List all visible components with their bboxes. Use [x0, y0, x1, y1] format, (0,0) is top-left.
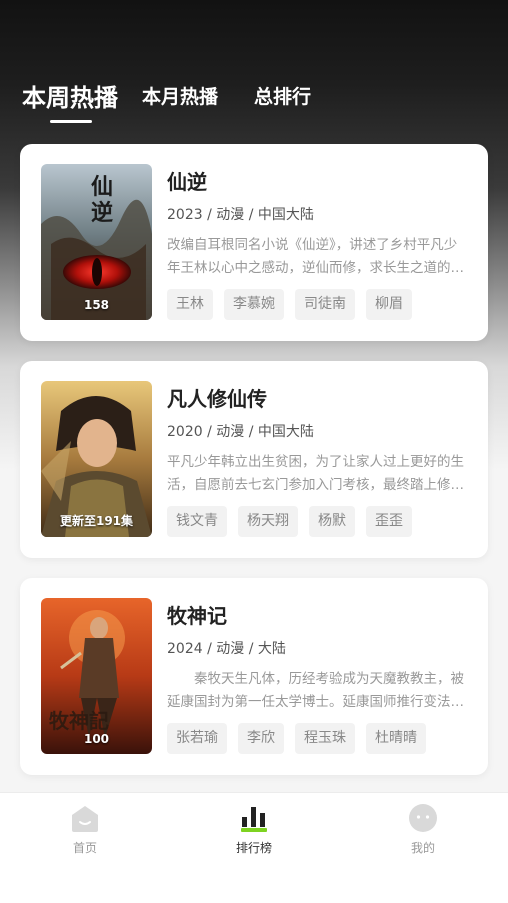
cast-tag[interactable]: 司徒南 — [295, 289, 355, 320]
item-title[interactable]: 仙逆 — [167, 166, 207, 195]
cast-tag[interactable]: 杜晴晴 — [366, 723, 426, 754]
cast-tag[interactable]: 杨天翔 — [238, 506, 298, 537]
cast-tags: 钱文青 杨天翔 杨默 歪歪 — [167, 506, 412, 537]
home-icon — [72, 806, 98, 832]
poster-image[interactable]: 更新至191集 — [41, 381, 152, 537]
poster-image[interactable]: 牧神記 100 — [41, 598, 152, 754]
nav-me[interactable]: 我的 — [383, 803, 463, 856]
cast-tag[interactable]: 歪歪 — [366, 506, 412, 537]
svg-text:牧神記: 牧神記 — [49, 709, 109, 733]
cast-tag[interactable]: 柳眉 — [366, 289, 412, 320]
list-item[interactable]: 仙 逆 158 仙逆 2023 / 动漫 / 中国大陆 改编自耳根同名小说《仙逆… — [20, 144, 488, 341]
item-description: 改编自耳根同名小说《仙逆》，讲述了乡村平凡少年王林以心中之感动，逆仙而修，求长生… — [167, 237, 464, 276]
cast-tag[interactable]: 李欣 — [238, 723, 284, 754]
poster-image[interactable]: 仙 逆 158 — [41, 164, 152, 320]
nav-home[interactable]: 首页 — [45, 803, 125, 856]
list-item[interactable]: 牧神記 100 牧神记 2024 / 动漫 / 大陆 秦牧天生凡体，历经考验成为… — [20, 578, 488, 775]
profile-icon — [409, 804, 437, 832]
cast-tag[interactable]: 钱文青 — [167, 506, 227, 537]
svg-text:仙: 仙 — [91, 174, 113, 200]
svg-text:逆: 逆 — [91, 200, 113, 226]
nav-rank-label: 排行榜 — [235, 841, 272, 855]
bottom-navigation: 首页 排行榜 我的 — [0, 792, 508, 903]
item-description: 秦牧天生凡体，历经考验成为天魔教教主，被延康国封为第一任太学博士。延康国师推行变… — [167, 671, 464, 710]
item-title[interactable]: 牧神记 — [167, 600, 227, 629]
cast-tags: 王林 李慕婉 司徒南 柳眉 — [167, 289, 412, 320]
item-meta: 2024 / 动漫 / 大陆 — [167, 641, 286, 657]
item-title[interactable]: 凡人修仙传 — [167, 383, 267, 412]
item-meta: 2020 / 动漫 / 中国大陆 — [167, 424, 314, 440]
cast-tag[interactable]: 李慕婉 — [224, 289, 284, 320]
rank-tabs: 本周热播 本月热播 总排行 — [0, 70, 508, 130]
tab-overall[interactable]: 总排行 — [254, 82, 311, 109]
episode-badge: 158 — [83, 298, 110, 312]
ranking-icon — [241, 807, 267, 832]
cast-tag[interactable]: 杨默 — [309, 506, 355, 537]
cast-tag[interactable]: 王林 — [167, 289, 213, 320]
poster-art-mushenji: 牧神記 — [41, 598, 152, 754]
episode-badge: 100 — [83, 732, 110, 746]
cast-tag[interactable]: 程玉珠 — [295, 723, 355, 754]
tab-active-indicator — [50, 120, 92, 123]
episode-badge: 更新至191集 — [59, 514, 134, 528]
cast-tag[interactable]: 张若瑜 — [167, 723, 227, 754]
nav-home-label: 首页 — [72, 841, 97, 855]
tab-monthly[interactable]: 本月热播 — [142, 82, 218, 109]
nav-rank[interactable]: 排行榜 — [214, 803, 294, 856]
list-item[interactable]: 更新至191集 凡人修仙传 2020 / 动漫 / 中国大陆 平凡少年韩立出生贫… — [20, 361, 488, 558]
nav-me-label: 我的 — [410, 841, 435, 855]
item-description: 平凡少年韩立出生贫困，为了让家人过上更好的生活，自愿前去七玄门参加入门考核，最终… — [167, 454, 464, 493]
cast-tags: 张若瑜 李欣 程玉珠 杜晴晴 — [167, 723, 426, 754]
tab-weekly[interactable]: 本周热播 — [22, 78, 118, 113]
poster-art-xianni: 仙 逆 — [41, 164, 152, 320]
item-meta: 2023 / 动漫 / 中国大陆 — [167, 207, 314, 223]
